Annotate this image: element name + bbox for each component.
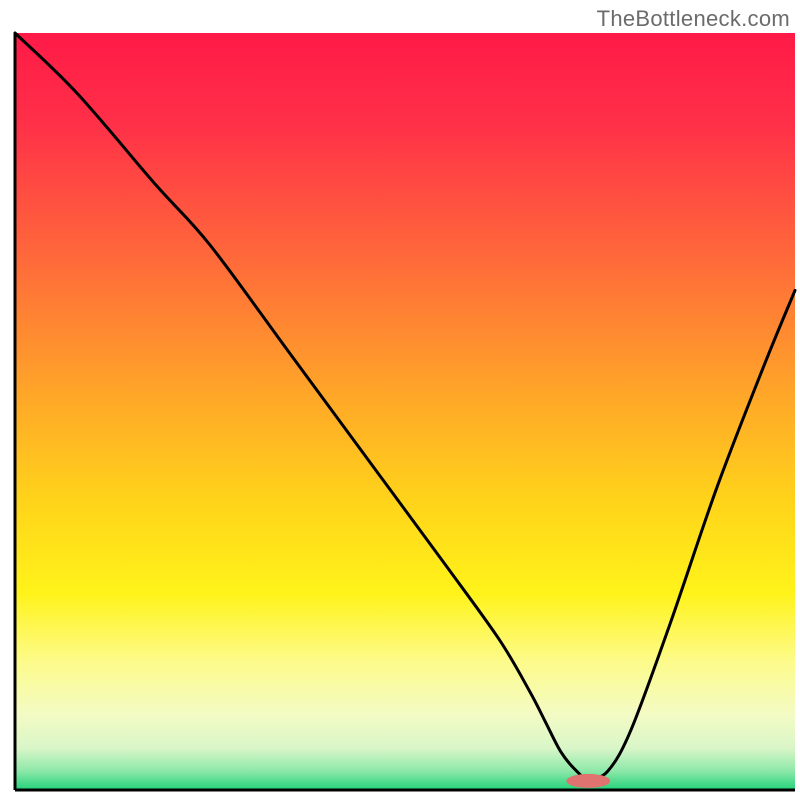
- gradient-background: [15, 33, 795, 790]
- optimal-marker: [566, 774, 610, 788]
- bottleneck-chart: [0, 0, 800, 800]
- watermark-text: TheBottleneck.com: [597, 6, 790, 32]
- chart-frame: TheBottleneck.com: [0, 0, 800, 800]
